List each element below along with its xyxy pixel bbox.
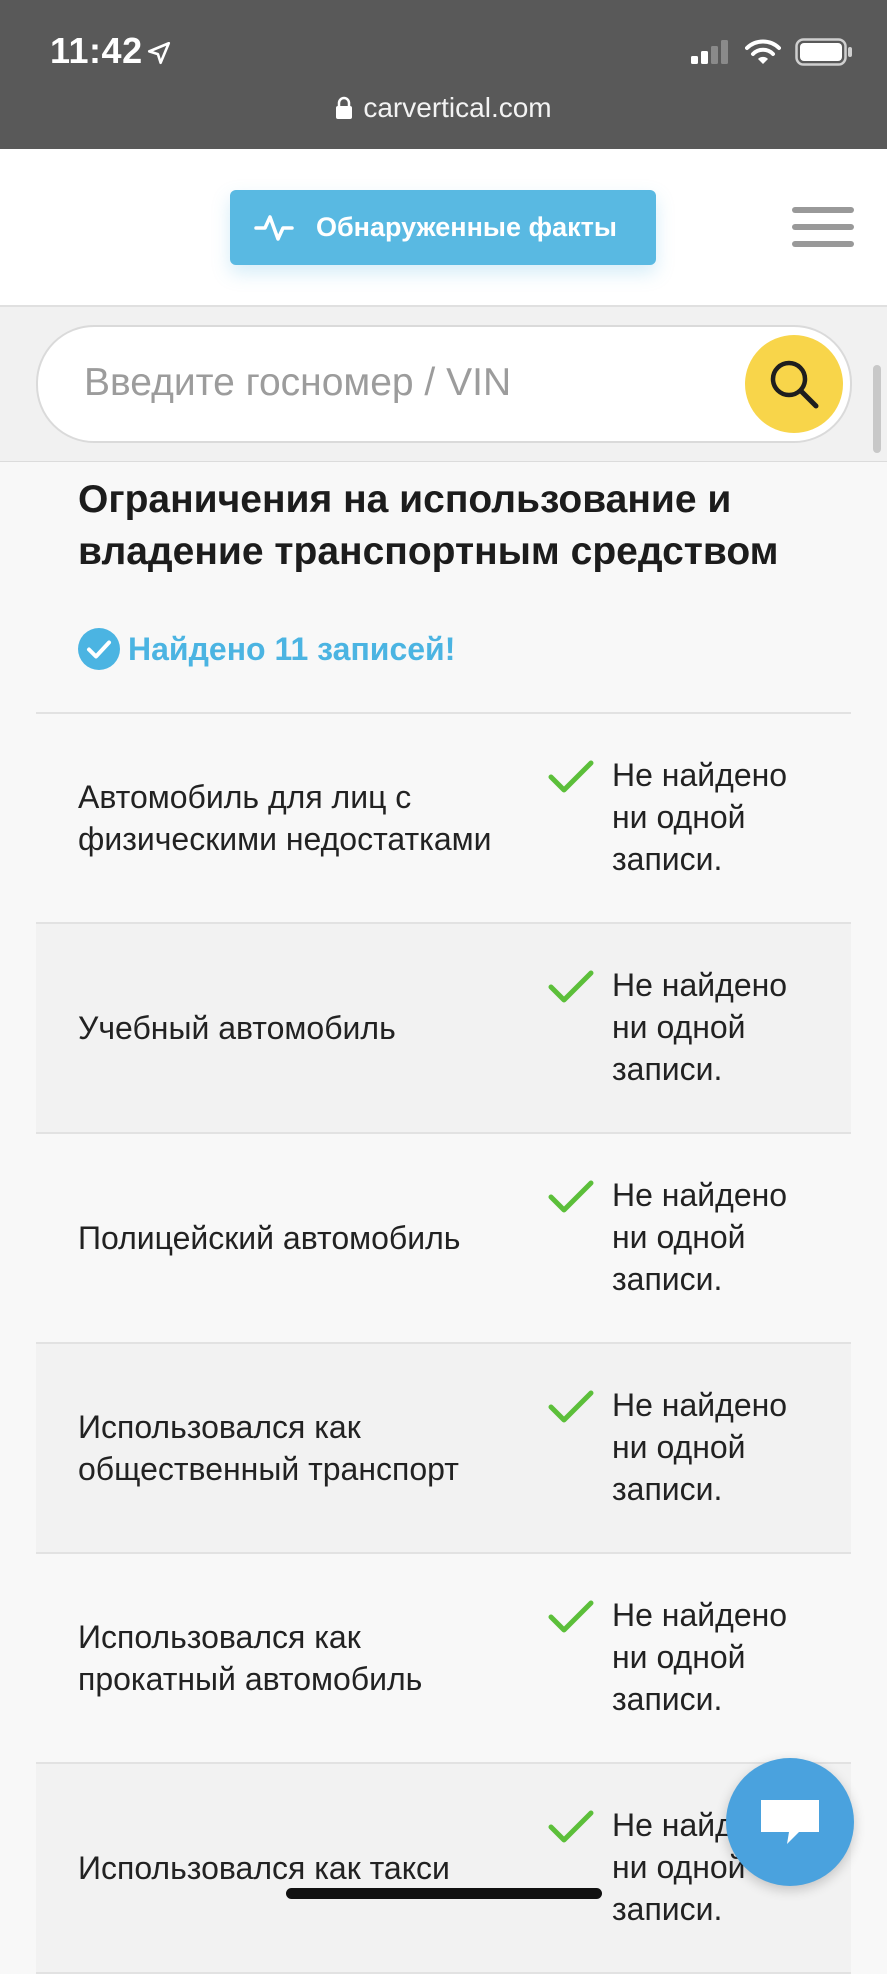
check-icon <box>548 760 594 793</box>
status-time: 11:42 <box>50 30 143 71</box>
status-bar: 11:42 carvertical.com <box>0 0 887 149</box>
signal-icon <box>691 40 728 64</box>
row-name: Автомобиль для лиц с физическими недоста… <box>78 779 492 857</box>
plate-vin-search-input[interactable] <box>82 327 726 439</box>
home-indicator <box>286 1888 602 1899</box>
check-icon <box>548 1180 594 1213</box>
records-table: Автомобиль для лиц с физическими недоста… <box>36 712 851 1974</box>
section-title: Ограничения на использование и владение … <box>78 478 779 573</box>
records-found-label: Найдено 11 записей! <box>128 630 456 667</box>
table-row: Полицейский автомобиль Не найдено ни одн… <box>36 1134 851 1344</box>
row-name: Использовался как такси <box>78 1850 450 1886</box>
check-icon <box>548 1810 594 1843</box>
search-icon <box>770 360 819 409</box>
location-arrow-icon <box>147 41 171 65</box>
row-status: Не найдено ни одной записи. <box>612 1597 788 1717</box>
url-bar[interactable]: carvertical.com <box>0 92 887 124</box>
check-icon <box>548 1390 594 1423</box>
check-circle-icon <box>78 628 120 670</box>
lock-icon <box>336 96 353 119</box>
chat-icon <box>761 1800 819 1844</box>
search-box <box>36 325 852 443</box>
table-row: Использовался как прокатный автомобиль Н… <box>36 1554 851 1764</box>
table-row: Использовался как такси Не найдено ни од… <box>36 1764 851 1974</box>
wifi-icon <box>745 39 781 64</box>
table-row: Учебный автомобиль Не найдено ни одной з… <box>36 924 851 1134</box>
site-header: Обнаруженные факты <box>0 149 887 307</box>
table-row: Использовался как общественный транспорт… <box>36 1344 851 1554</box>
check-icon <box>548 1600 594 1633</box>
table-row: Автомобиль для лиц с физическими недоста… <box>36 714 851 924</box>
search-bar-area <box>0 307 887 462</box>
row-name: Учебный автомобиль <box>78 1010 396 1046</box>
row-status: Не найдено ни одной записи. <box>612 967 788 1087</box>
row-name: Использовался как прокатный автомобиль <box>78 1619 423 1697</box>
row-name: Полицейский автомобиль <box>78 1220 461 1256</box>
row-status: Не найдено ни одной записи. <box>612 1177 788 1297</box>
check-icon <box>548 970 594 1003</box>
discovered-facts-label: Обнаруженные факты <box>316 212 617 242</box>
pulse-icon <box>254 214 294 241</box>
records-found: Найдено 11 записей! <box>78 628 455 670</box>
scroll-indicator <box>873 365 881 453</box>
battery-icon <box>795 38 852 66</box>
url-text: carvertical.com <box>363 92 552 123</box>
row-name: Использовался как общественный транспорт <box>78 1409 459 1487</box>
row-status: Не найдено ни одной записи. <box>612 757 788 877</box>
chat-button[interactable] <box>726 1758 854 1886</box>
row-status: Не найдено ни одной записи. <box>612 1387 788 1507</box>
discovered-facts-button[interactable]: Обнаруженные факты <box>230 190 656 265</box>
hamburger-menu-icon[interactable] <box>792 207 854 258</box>
search-button[interactable] <box>745 335 843 433</box>
